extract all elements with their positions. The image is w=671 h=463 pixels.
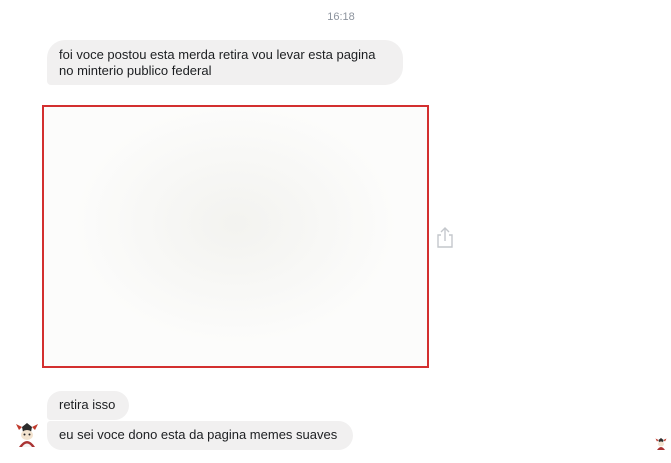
read-receipt-avatar-icon bbox=[654, 437, 668, 451]
image-attachment[interactable] bbox=[42, 105, 429, 368]
chat-conversation: 16:18 foi voce postou esta merda retira … bbox=[0, 0, 671, 463]
message-bubble[interactable]: foi voce postou esta merda retira vou le… bbox=[47, 40, 403, 85]
image-content bbox=[44, 107, 427, 366]
message-text-line: no minterio publico federal bbox=[59, 63, 212, 78]
message-bubble[interactable]: eu sei voce dono esta da pagina memes su… bbox=[47, 421, 353, 450]
share-icon[interactable] bbox=[434, 225, 456, 249]
message-timestamp: 16:18 bbox=[327, 11, 355, 23]
message-bubble[interactable]: retira isso bbox=[47, 391, 129, 420]
message-text-line: foi voce postou esta merda retira vou le… bbox=[59, 47, 376, 62]
avatar-icon[interactable] bbox=[13, 421, 41, 449]
